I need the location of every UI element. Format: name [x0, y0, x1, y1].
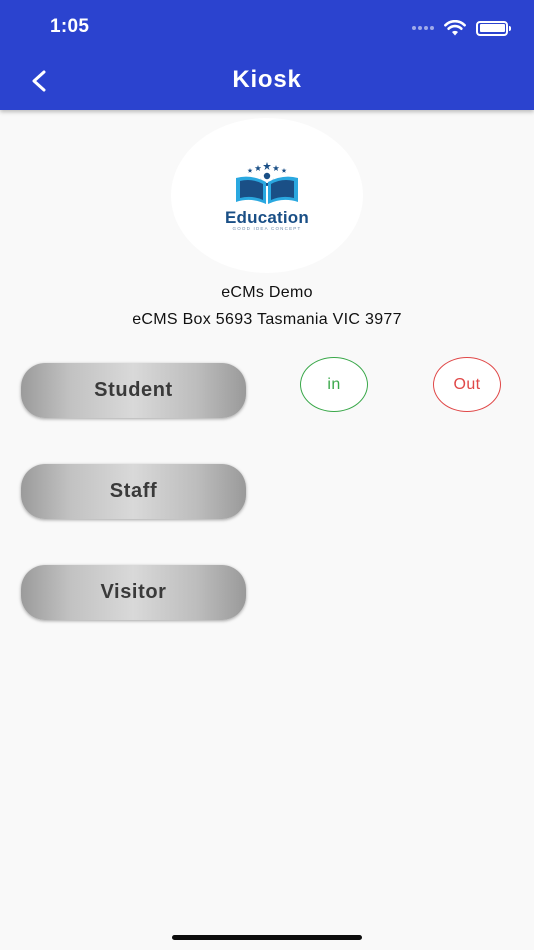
check-out-button[interactable]: Out	[433, 357, 501, 412]
visitor-button[interactable]: Visitor	[21, 565, 246, 620]
organization-name: eCMs Demo	[221, 284, 313, 301]
kiosk-screen: 1:05 Kiosk Education GOOD IDEA CONCEPT e…	[0, 0, 534, 950]
logo-text: Education	[225, 208, 309, 227]
check-in-button[interactable]: in	[300, 357, 368, 412]
home-indicator	[172, 935, 362, 940]
status-icons	[412, 18, 511, 38]
top-bar: 1:05 Kiosk	[0, 0, 534, 110]
book-logo-icon	[236, 162, 298, 204]
battery-icon	[476, 20, 511, 36]
signal-dots-icon	[412, 26, 434, 30]
wifi-icon	[444, 20, 466, 36]
organization-address: eCMS Box 5693 Tasmania VIC 3977	[132, 311, 402, 328]
status-time: 1:05	[50, 16, 90, 37]
education-logo: Education GOOD IDEA CONCEPT	[171, 118, 363, 273]
page-title: Kiosk	[232, 66, 302, 93]
student-button[interactable]: Student	[21, 363, 246, 418]
staff-button[interactable]: Staff	[21, 464, 246, 519]
logo-tagline: GOOD IDEA CONCEPT	[232, 226, 302, 231]
